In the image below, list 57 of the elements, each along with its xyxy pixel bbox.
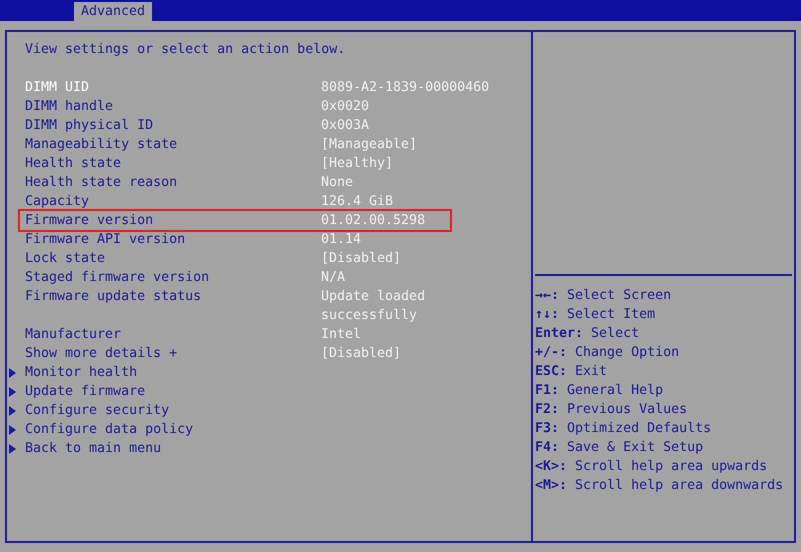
help-key: F2: [535, 400, 560, 419]
description: View settings or select an action below. [24, 41, 346, 59]
help-text: Select Item [567, 306, 656, 324]
setting-value: None [321, 174, 354, 192]
help-text: General Help [567, 382, 664, 400]
help-key: ESC: [535, 362, 568, 381]
setting-value: 01.02.00.5298 [321, 212, 426, 230]
setting-label: Manufacturer [25, 326, 122, 344]
help-key: F4: [535, 438, 560, 457]
setting-label: Capacity [25, 193, 90, 211]
setting-value: Intel [321, 326, 362, 344]
tab[interactable]: Advanced [74, 2, 152, 21]
setting-label: Firmware API version [25, 231, 186, 249]
help-text: Scroll help area upwards [575, 458, 768, 476]
setting-label: Show more details + [25, 345, 178, 363]
setting-value: 01.14 [321, 231, 362, 249]
setting-value: 8089-A2-1839-00000460 [321, 79, 490, 97]
menu-item[interactable]: Update firmware [25, 382, 146, 401]
setting-label: Firmware update status [25, 288, 202, 306]
help-key: ↑↓: [535, 305, 560, 324]
setting-value: N/A [321, 269, 346, 287]
setting-value: 126.4 GiB [321, 193, 394, 211]
menu-item[interactable]: Back to main menu [25, 439, 162, 458]
help-text: Optimized Defaults [567, 420, 712, 438]
menu-item[interactable]: Configure security [25, 401, 170, 420]
setting-value: [Disabled] [321, 345, 402, 363]
help-text: Scroll help area downwards [575, 477, 784, 495]
setting-label: Lock state [25, 250, 106, 268]
setting-value: 0x003A [321, 117, 370, 135]
setting-label: DIMM handle [25, 98, 114, 116]
help-text: Change Option [575, 344, 680, 362]
help-key: Enter: [535, 324, 584, 343]
help-key: F1: [535, 381, 560, 400]
help-key: →←: [535, 286, 560, 305]
setting-value: [Manageable] [321, 136, 418, 154]
menu-item[interactable]: Monitor health [25, 363, 138, 382]
setting-value: Update loaded successfully [321, 288, 426, 325]
help-text: Exit [575, 363, 608, 381]
setting-value: [Disabled] [321, 250, 402, 268]
help-key: F3: [535, 419, 560, 438]
setting-label: Firmware version [25, 212, 154, 230]
help-text: Select [591, 325, 640, 343]
setting-label: Staged firmware version [25, 269, 210, 287]
setting-label: DIMM UID [25, 79, 90, 97]
help-key: <K>: [535, 457, 568, 476]
setting-value: [Healthy] [321, 155, 394, 173]
setting-label: DIMM physical ID [25, 117, 154, 135]
help-key: +/-: [535, 343, 568, 362]
setting-label: Manageability state [25, 136, 178, 154]
setting-value: 0x0020 [321, 98, 370, 116]
help-text: Previous Values [567, 401, 688, 419]
help-text: Select Screen [567, 287, 672, 305]
help-key: <M>: [535, 476, 568, 495]
setting-label: Health state [25, 155, 122, 173]
setting-label: Health state reason [25, 174, 178, 192]
menu-item[interactable]: Configure data policy [25, 420, 194, 439]
help-text: Save & Exit Setup [567, 439, 704, 457]
